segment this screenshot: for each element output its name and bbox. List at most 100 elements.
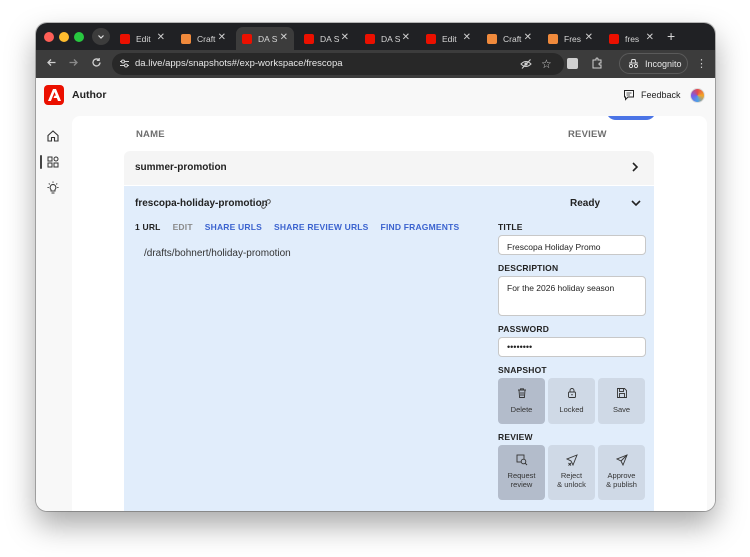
snapshot-url-item[interactable]: /drafts/bohnert/holiday-promotion xyxy=(144,248,291,259)
reload-icon xyxy=(91,58,101,67)
reload-button[interactable] xyxy=(89,57,103,71)
site-settings-icon[interactable] xyxy=(119,58,130,69)
table-row[interactable]: summer-promotion xyxy=(124,151,654,185)
close-tab-icon[interactable]: ✕ xyxy=(646,32,654,44)
tab-urls[interactable]: 1 URL xyxy=(135,222,161,232)
chevron-down-icon[interactable] xyxy=(630,198,642,208)
browser-toolbar: da.live/apps/snapshots#/exp-workspace/fr… xyxy=(36,50,715,78)
adobe-favicon-icon xyxy=(304,33,314,44)
link-icon[interactable] xyxy=(261,199,271,209)
create-snapshot-button[interactable] xyxy=(606,116,656,120)
incognito-label: Incognito xyxy=(645,58,682,69)
tab-title: Edit xyxy=(442,33,457,44)
chevron-right-icon[interactable] xyxy=(630,161,640,173)
back-button[interactable] xyxy=(44,57,58,71)
adobe-favicon-icon xyxy=(365,33,375,44)
title-field[interactable]: Frescopa Holiday Promo xyxy=(498,235,646,255)
adobe-favicon-icon xyxy=(242,33,252,44)
craft-favicon-icon xyxy=(181,33,191,44)
find-fragments-link[interactable]: FIND FRAGMENTS xyxy=(381,222,460,232)
craft-favicon-icon xyxy=(548,33,558,44)
apps-icon[interactable] xyxy=(46,155,60,169)
browser-tab-6[interactable]: Edit ✕ xyxy=(420,27,477,50)
reject-unlock-button[interactable]: Reject & unlock xyxy=(548,445,595,500)
review-section-label: REVIEW xyxy=(498,432,533,442)
tab-edit[interactable]: EDIT xyxy=(173,222,193,232)
lock-icon xyxy=(567,388,576,398)
tab-title: fres xyxy=(625,33,640,44)
save-icon xyxy=(616,388,627,398)
app-header: Author Feedback xyxy=(36,78,715,114)
share-review-urls-link[interactable]: SHARE REVIEW URLS xyxy=(274,222,369,232)
snapshot-name: summer-promotion xyxy=(135,162,227,173)
browser-tab-3-active[interactable]: DA S ✕ xyxy=(236,27,294,50)
forward-button[interactable] xyxy=(66,57,80,71)
browser-menu-icon[interactable]: ⋮ xyxy=(696,57,707,71)
feedback-button[interactable]: Feedback xyxy=(623,89,681,101)
close-tab-icon[interactable]: ✕ xyxy=(341,32,349,44)
save-snapshot-button[interactable]: Save xyxy=(598,378,645,424)
close-tab-icon[interactable]: ✕ xyxy=(157,32,165,44)
browser-tab-7[interactable]: Craft ✕ xyxy=(481,27,538,50)
extensions-puzzle-icon[interactable] xyxy=(591,57,603,69)
tab-title: Craft xyxy=(503,33,522,44)
url-text[interactable]: da.live/apps/snapshots#/exp-workspace/fr… xyxy=(135,58,343,69)
adobe-extension-icon[interactable] xyxy=(567,58,578,69)
incognito-indicator[interactable]: Incognito xyxy=(619,53,688,74)
close-tab-icon[interactable]: ✕ xyxy=(218,32,226,44)
password-field[interactable]: •••••••• xyxy=(498,337,646,357)
close-window-button[interactable] xyxy=(44,32,54,42)
tab-search-button[interactable] xyxy=(92,28,110,45)
close-tab-icon[interactable]: ✕ xyxy=(280,32,288,44)
close-tab-icon[interactable]: ✕ xyxy=(463,32,471,44)
snapshot-section-label: SNAPSHOT xyxy=(498,365,547,375)
snapshot-name: frescopa-holiday-promotion xyxy=(135,198,268,209)
app-title: Author xyxy=(72,89,107,101)
save-label: Save xyxy=(612,405,631,414)
author-app: Author Feedback NAME REVIEW summer-promo… xyxy=(36,78,715,511)
description-label: DESCRIPTION xyxy=(498,263,559,273)
request-review-icon xyxy=(516,454,527,466)
close-tab-icon[interactable]: ✕ xyxy=(585,32,593,44)
tab-title: Fres xyxy=(564,33,581,44)
incognito-icon xyxy=(628,59,639,69)
chevron-down-icon xyxy=(98,34,104,39)
active-nav-indicator xyxy=(40,155,42,169)
adobe-a-icon xyxy=(47,89,61,101)
description-field[interactable]: For the 2026 holiday season xyxy=(498,276,646,316)
close-tab-icon[interactable]: ✕ xyxy=(402,32,410,44)
eye-off-icon[interactable] xyxy=(520,58,532,70)
delete-snapshot-button[interactable]: Delete xyxy=(498,378,545,424)
browser-tab-4[interactable]: DA S ✕ xyxy=(298,27,355,50)
adobe-favicon-icon xyxy=(609,33,619,44)
locked-label: Locked xyxy=(559,405,584,414)
user-avatar[interactable] xyxy=(690,88,705,103)
column-header-name: NAME xyxy=(136,129,165,140)
reject-unlock-label: Reject & unlock xyxy=(557,471,586,489)
close-tab-icon[interactable]: ✕ xyxy=(524,32,532,44)
home-icon[interactable] xyxy=(46,129,60,143)
share-urls-link[interactable]: SHARE URLS xyxy=(205,222,262,232)
browser-tab-2[interactable]: Craft ✕ xyxy=(175,27,232,50)
approve-publish-button[interactable]: Approve & publish xyxy=(598,445,645,500)
tab-title: DA S xyxy=(381,33,401,44)
bookmark-star-icon[interactable]: ☆ xyxy=(541,57,552,71)
browser-tab-5[interactable]: DA S ✕ xyxy=(359,27,416,50)
approve-publish-label: Approve & publish xyxy=(606,471,637,489)
adobe-logo-icon[interactable] xyxy=(44,85,64,105)
arrow-left-icon xyxy=(46,59,55,66)
browser-tab-1[interactable]: Edit ✕ xyxy=(114,27,171,50)
address-bar[interactable]: da.live/apps/snapshots#/exp-workspace/fr… xyxy=(112,53,564,75)
zoom-window-button[interactable] xyxy=(74,32,84,42)
lightbulb-icon[interactable] xyxy=(46,181,60,195)
feedback-icon xyxy=(624,90,634,101)
lock-snapshot-button[interactable]: Locked xyxy=(548,378,595,424)
browser-tab-8[interactable]: Fres ✕ xyxy=(542,27,599,50)
password-label: PASSWORD xyxy=(498,324,550,334)
tab-title: Edit xyxy=(136,33,151,44)
request-review-button[interactable]: Request review xyxy=(498,445,545,500)
browser-tab-9[interactable]: fres ✕ xyxy=(603,27,660,50)
status-badge: Ready xyxy=(570,198,601,209)
new-tab-button[interactable]: + xyxy=(667,29,675,43)
minimize-window-button[interactable] xyxy=(59,32,69,42)
